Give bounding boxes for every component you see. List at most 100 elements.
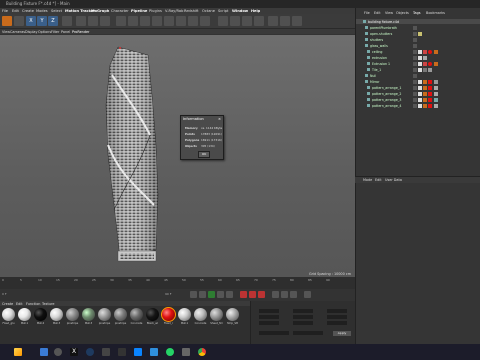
material-swatch[interactable] — [161, 307, 176, 322]
position-z-field[interactable] — [259, 321, 279, 325]
menu-edit[interactable]: Edit — [12, 9, 19, 13]
material-swatch[interactable] — [2, 308, 15, 321]
viewport-menu-panel[interactable]: Panel — [61, 30, 70, 34]
close-icon[interactable]: × — [218, 116, 221, 122]
move-tool-icon[interactable] — [2, 16, 12, 26]
menu-pipeline[interactable]: Pipeline — [131, 9, 147, 13]
rotate-tool-icon[interactable] — [14, 16, 24, 26]
cinema4d-icon[interactable] — [86, 348, 94, 356]
menu-mograph[interactable]: MoGraph — [91, 9, 109, 13]
y-axis-button[interactable]: Y — [37, 16, 47, 26]
material-swatch[interactable] — [82, 308, 95, 321]
material-tag-icon[interactable] — [423, 91, 427, 96]
end-frame-field[interactable]: 90 F — [165, 292, 172, 296]
visibility-dots-icon[interactable] — [413, 61, 417, 66]
size-mode-dropdown[interactable] — [293, 331, 323, 335]
object-row[interactable]: shutters — [356, 37, 480, 42]
terminal-icon[interactable] — [118, 348, 126, 356]
position-y-field[interactable] — [259, 315, 279, 319]
uvw-tag-icon[interactable] — [434, 49, 438, 54]
material-tag-icon[interactable] — [423, 85, 427, 90]
render-picture-icon[interactable] — [88, 16, 98, 26]
objects-tab-objects[interactable]: Objects — [396, 11, 409, 15]
object-row[interactable]: Null — [356, 73, 480, 78]
material-swatch[interactable] — [98, 308, 111, 321]
keyframe-selection-icon[interactable] — [258, 291, 265, 298]
material-tag-icon[interactable] — [428, 61, 432, 66]
object-row[interactable]: Mirror — [356, 79, 480, 84]
viewport-menu-prorender[interactable]: ProRender — [72, 30, 89, 34]
visibility-dots-icon[interactable] — [413, 73, 417, 78]
viewport-menu-cameras[interactable]: Cameras — [10, 30, 25, 34]
points-mode-icon[interactable] — [230, 16, 240, 26]
polygons-mode-icon[interactable] — [254, 16, 264, 26]
material-tag-icon[interactable] — [428, 49, 432, 54]
material-menu-function[interactable]: Function — [26, 302, 40, 306]
explorer-icon[interactable] — [182, 348, 190, 356]
x-axis-button[interactable]: X — [26, 16, 36, 26]
snap-icon[interactable] — [268, 16, 278, 26]
phong-tag-icon[interactable] — [418, 67, 422, 72]
rotation-key-icon[interactable] — [281, 291, 288, 298]
z-axis-button[interactable]: Z — [48, 16, 58, 26]
rotation-h-field[interactable] — [327, 309, 347, 313]
material-menu-edit[interactable]: Edit — [16, 302, 23, 306]
size-x-field[interactable] — [293, 309, 313, 313]
start-frame-field[interactable]: 0 F — [2, 292, 7, 296]
light-icon[interactable] — [200, 16, 210, 26]
menu-modes[interactable]: Modes — [36, 9, 48, 13]
material-swatch[interactable] — [194, 308, 207, 321]
attributes-tab-user-data[interactable]: User Data — [385, 178, 402, 182]
position-x-field[interactable] — [259, 309, 279, 313]
previous-key-icon[interactable] — [199, 291, 206, 298]
object-rel-dropdown[interactable] — [259, 331, 289, 335]
visibility-dots-icon[interactable] — [413, 103, 417, 108]
material-swatch[interactable] — [66, 308, 79, 321]
material-tag-icon[interactable] — [428, 91, 432, 96]
object-row[interactable]: building fixture.c4d — [356, 19, 480, 24]
object-row[interactable]: open-shutters — [356, 31, 480, 36]
go-to-end-icon[interactable] — [226, 291, 233, 298]
material-tag-icon[interactable] — [423, 103, 427, 108]
object-row[interactable]: pattern_arrange_3 — [356, 97, 480, 102]
pen-icon[interactable] — [128, 16, 138, 26]
render-settings-icon[interactable] — [100, 16, 110, 26]
menu-vray[interactable]: V-Ray/Rab — [165, 9, 183, 13]
uvw-tag-icon[interactable] — [434, 61, 438, 66]
position-key-icon[interactable] — [272, 291, 279, 298]
edges-mode-icon[interactable] — [242, 16, 252, 26]
material-tag-icon[interactable] — [428, 85, 432, 90]
ok-button[interactable]: OK — [198, 151, 210, 158]
viewport-menu-options[interactable]: Options — [38, 30, 51, 34]
material-tag-icon[interactable] — [418, 31, 422, 36]
visibility-dots-icon[interactable] — [413, 37, 417, 42]
attributes-tab-edit[interactable]: Edit — [375, 178, 382, 182]
next-key-icon[interactable] — [217, 291, 224, 298]
coord-system-icon[interactable] — [62, 16, 72, 26]
whatsapp-icon[interactable] — [166, 348, 174, 356]
object-row[interactable]: pattern_arrange_1 — [356, 85, 480, 90]
render-view-icon[interactable] — [76, 16, 86, 26]
material-swatch[interactable] — [114, 308, 127, 321]
size-y-field[interactable] — [293, 315, 313, 319]
material-tag-icon[interactable] — [434, 79, 438, 84]
camera-icon[interactable] — [188, 16, 198, 26]
subdivision-icon[interactable] — [140, 16, 150, 26]
timeline-ruler[interactable]: 0 5 10 15 20 25 30 35 40 45 50 55 60 65 … — [0, 277, 355, 289]
material-tag-icon[interactable] — [428, 67, 432, 72]
x-app-icon[interactable]: X — [70, 348, 78, 356]
go-to-start-icon[interactable] — [190, 291, 197, 298]
widgets-icon[interactable] — [14, 348, 22, 356]
material-swatch[interactable] — [130, 308, 143, 321]
menu-create[interactable]: Create — [22, 9, 34, 13]
menu-plugins[interactable]: Plugins — [149, 9, 162, 13]
objects-tab-view[interactable]: View — [385, 11, 393, 15]
material-menu-texture[interactable]: Texture — [42, 302, 54, 306]
search-icon[interactable] — [54, 348, 62, 356]
material-swatch[interactable] — [18, 308, 31, 321]
apply-button[interactable]: Apply — [333, 331, 351, 336]
phong-tag-icon[interactable] — [418, 61, 422, 66]
object-row[interactable]: ceiling — [356, 49, 480, 54]
menu-select[interactable]: Select — [51, 9, 62, 13]
phong-tag-icon[interactable] — [418, 49, 422, 54]
